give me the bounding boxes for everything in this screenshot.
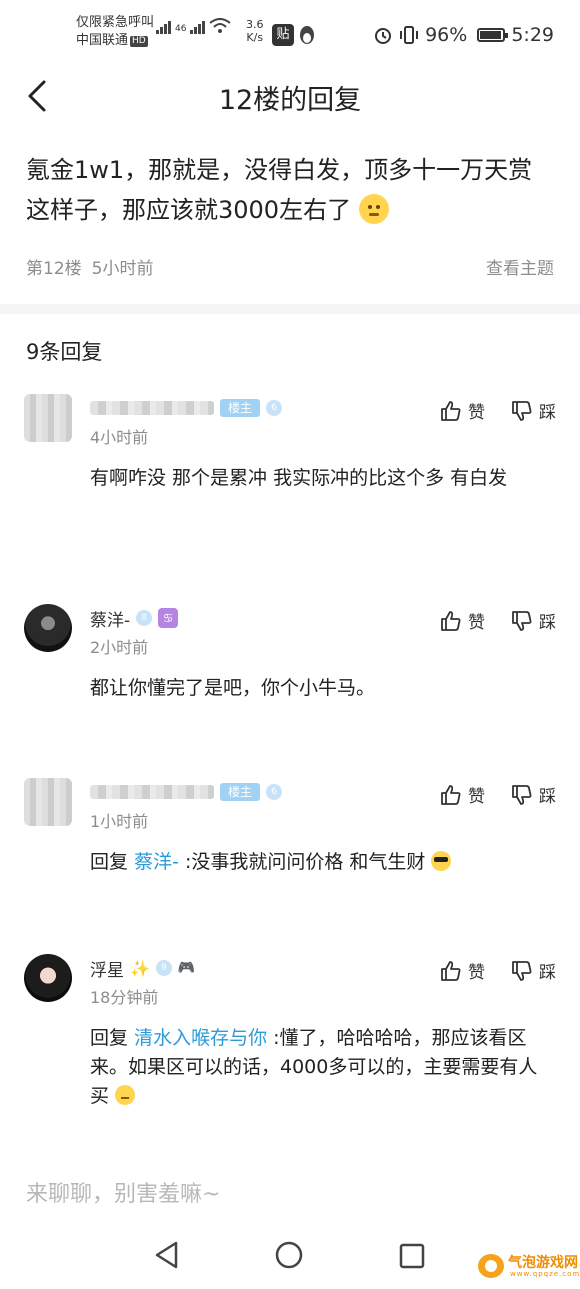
gamepad-icon: 🎮 xyxy=(177,960,196,976)
reply-author-row: 楼主 6 xyxy=(90,396,283,420)
watermark-icon xyxy=(478,1254,504,1278)
reply-content: 有啊咋没 那个是累冲 我实际冲的比这个多 有白发 xyxy=(90,467,508,489)
watermark-text: 气泡游戏网 xyxy=(508,1255,578,1271)
reply-prefix: 回复 xyxy=(90,1027,129,1049)
author-name[interactable]: 蔡洋- xyxy=(90,606,130,631)
reply-text: :没事我就问问价格 和气生财 xyxy=(184,851,426,873)
mention-link[interactable]: 清水入喉存与你 xyxy=(134,1027,267,1049)
thumbs-down-icon xyxy=(512,960,532,981)
qq-penguin-icon xyxy=(300,26,314,44)
host-badge: 楼主 xyxy=(220,783,261,801)
dislike-button[interactable]: 踩 xyxy=(511,782,556,807)
thumbs-up-icon xyxy=(441,960,461,981)
avatar[interactable] xyxy=(24,394,72,442)
zodiac-badge-icon: ♋ xyxy=(158,608,179,628)
dislike-button[interactable]: 踩 xyxy=(511,958,556,983)
dislike-button[interactable]: 踩 xyxy=(511,398,556,423)
carrier-name: 中国联通 xyxy=(76,33,129,48)
thumbs-up-icon xyxy=(441,400,461,421)
hd-badge: HD xyxy=(130,36,148,47)
reply-content: 回复 清水入喉存与你 :懂了，哈哈哈哈，那应该看区来。如果区可以的话，4000多… xyxy=(90,1024,550,1111)
worried-emoji-icon xyxy=(358,194,389,224)
post-content: 氪金1w1，那就是，没得白发，顶多十一万天赏这样子，那应该就3000左右了 xyxy=(26,150,556,230)
status-right: 96% 5:29 xyxy=(373,24,554,46)
reply-count: 9条回复 xyxy=(26,340,103,364)
level-badge: 6 xyxy=(266,784,283,800)
comment-input[interactable]: 来聊聊，别害羞嘛~ xyxy=(26,1176,220,1208)
level-badge: 9 xyxy=(155,960,172,976)
post-meta: 第12楼 5小时前 xyxy=(26,254,153,279)
nav-home-icon[interactable] xyxy=(274,1240,304,1270)
avatar[interactable] xyxy=(24,954,72,1002)
author-name-blurred[interactable] xyxy=(90,785,214,799)
reply-time: 2小时前 xyxy=(90,638,149,657)
signal-icon-2 xyxy=(190,21,206,34)
nav-back-icon[interactable] xyxy=(152,1240,182,1270)
reply-content: 回复 蔡洋- :没事我就问问价格 和气生财 xyxy=(90,848,550,877)
shy-emoji-icon xyxy=(115,1085,136,1105)
watermark-url: www.qpqze.com xyxy=(510,1270,580,1278)
thumbs-down-icon xyxy=(512,400,532,421)
battery-icon xyxy=(477,28,509,42)
level-badge: 6 xyxy=(266,400,283,416)
host-badge: 楼主 xyxy=(220,399,261,417)
reply-actions: 赞 踩 xyxy=(440,608,556,633)
thumbs-up-icon xyxy=(441,784,461,805)
reply-actions: 赞 踩 xyxy=(440,398,556,423)
post-text: 氪金1w1，那就是，没得白发，顶多十一万天赏这样子，那应该就3000左右了 xyxy=(26,156,533,224)
thumbs-down-icon xyxy=(512,610,532,631)
tieba-app-icon: 贴 xyxy=(272,24,294,46)
dislike-button[interactable]: 踩 xyxy=(511,608,556,633)
signal-indicators: 46 xyxy=(156,18,232,34)
like-button[interactable]: 赞 xyxy=(440,958,485,983)
author-name-blurred[interactable] xyxy=(90,401,214,415)
reply-author-row: 浮星 ✨ 9 🎮 xyxy=(90,956,196,981)
mention-link[interactable]: 蔡洋- xyxy=(134,851,179,873)
vibrate-icon xyxy=(400,26,419,44)
view-topic-link[interactable]: 查看主题 xyxy=(486,254,554,279)
alarm-icon xyxy=(375,28,392,44)
author-name[interactable]: 浮星 xyxy=(90,956,124,981)
emergency-only-text: 仅限紧急呼叫 xyxy=(76,15,155,30)
status-carrier: 仅限紧急呼叫 中国联通 HD xyxy=(76,14,154,50)
section-divider xyxy=(0,304,580,314)
reply-time: 18分钟前 xyxy=(90,988,159,1007)
battery-percent: 96% xyxy=(425,24,468,46)
like-button[interactable]: 赞 xyxy=(440,782,485,807)
post-time: 5小时前 xyxy=(91,259,154,279)
like-button[interactable]: 赞 xyxy=(440,398,485,423)
network-speed: 3.6 K/s xyxy=(246,18,264,44)
reply-content: 都让你懂完了是吧，你个小牛马。 xyxy=(90,677,376,699)
like-button[interactable]: 赞 xyxy=(440,608,485,633)
clock: 5:29 xyxy=(511,24,554,46)
reply-author-row: 楼主 6 xyxy=(90,780,283,804)
level-badge: 8 xyxy=(136,610,153,626)
reply-actions: 赞 踩 xyxy=(440,958,556,983)
avatar[interactable] xyxy=(24,778,72,826)
page-title: 12楼的回复 xyxy=(218,85,362,116)
avatar[interactable] xyxy=(24,604,72,652)
reply-time: 1小时前 xyxy=(90,812,149,831)
wifi-icon xyxy=(209,18,232,33)
signal-icon xyxy=(156,21,171,34)
reply-time: 4小时前 xyxy=(90,428,149,447)
reply-actions: 赞 踩 xyxy=(440,782,556,807)
sunglasses-emoji-icon xyxy=(431,851,452,871)
reply-prefix: 回复 xyxy=(90,851,129,873)
post-floor: 第12楼 xyxy=(26,259,82,279)
network-type: 46 xyxy=(175,24,187,34)
sparkle-icon: ✨ xyxy=(130,958,150,978)
thumbs-down-icon xyxy=(512,784,532,805)
thumbs-up-icon xyxy=(441,610,461,631)
nav-recent-icon[interactable] xyxy=(398,1242,426,1270)
watermark-logo: 气泡游戏网 www.qpqze.com xyxy=(478,1250,579,1282)
reply-author-row: 蔡洋- 8 ♋ xyxy=(90,606,179,631)
